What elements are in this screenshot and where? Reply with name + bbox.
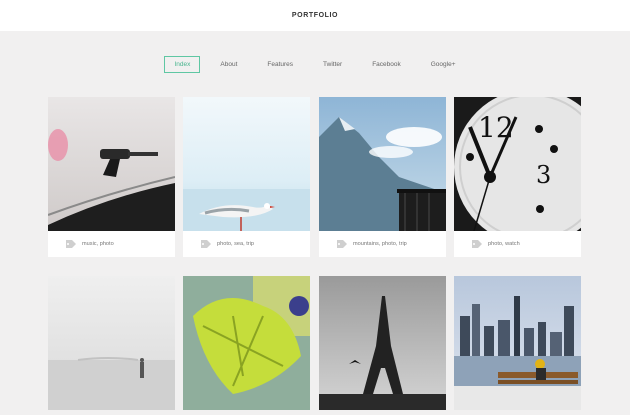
card-caption: mountains, photo, trip <box>319 231 446 257</box>
nav-twitter[interactable]: Twitter <box>313 56 352 73</box>
card-tags: music, photo <box>82 241 114 247</box>
clock-photo[interactable]: 12 3 <box>454 97 581 231</box>
nav-about[interactable]: About <box>210 56 247 73</box>
card-tags: photo, sea, trip <box>217 241 255 247</box>
site-title[interactable]: PORTFOLIO <box>292 12 338 19</box>
tag-icon <box>337 240 347 248</box>
tag-icon <box>472 240 482 248</box>
portfolio-card[interactable] <box>454 276 581 410</box>
card-caption: photo, watch <box>454 231 581 257</box>
eiffel-tower-photo[interactable] <box>319 276 446 410</box>
portfolio-card[interactable] <box>319 276 446 410</box>
portfolio-card[interactable] <box>48 276 175 410</box>
card-caption: photo, sea, trip <box>183 231 310 257</box>
city-bench-photo[interactable] <box>454 276 581 410</box>
main-nav: Index About Features Twitter Facebook Go… <box>0 56 630 73</box>
card-tags: photo, watch <box>488 241 520 247</box>
portfolio-card[interactable]: photo, sea, trip <box>183 97 310 257</box>
portfolio-card[interactable]: 12 3 photo, watch <box>454 97 581 257</box>
turntable-photo[interactable] <box>48 97 175 231</box>
nav-index[interactable]: Index <box>164 56 201 73</box>
portfolio-card[interactable]: mountains, photo, trip <box>319 97 446 257</box>
mountains-photo[interactable] <box>319 97 446 231</box>
svg-text:12: 12 <box>478 111 514 144</box>
card-tags: mountains, photo, trip <box>353 241 407 247</box>
seagull-photo[interactable] <box>183 97 310 231</box>
svg-text:3: 3 <box>536 161 551 189</box>
tag-icon <box>201 240 211 248</box>
nav-google-plus[interactable]: Google+ <box>421 56 466 73</box>
leaf-photo[interactable] <box>183 276 310 410</box>
foggy-sea-photo[interactable] <box>48 276 175 410</box>
portfolio-card[interactable]: music, photo <box>48 97 175 257</box>
top-bar: PORTFOLIO <box>0 0 630 31</box>
nav-features[interactable]: Features <box>257 56 303 73</box>
portfolio-card[interactable] <box>183 276 310 410</box>
card-caption: music, photo <box>48 231 175 257</box>
nav-facebook[interactable]: Facebook <box>362 56 411 73</box>
tag-icon <box>66 240 76 248</box>
